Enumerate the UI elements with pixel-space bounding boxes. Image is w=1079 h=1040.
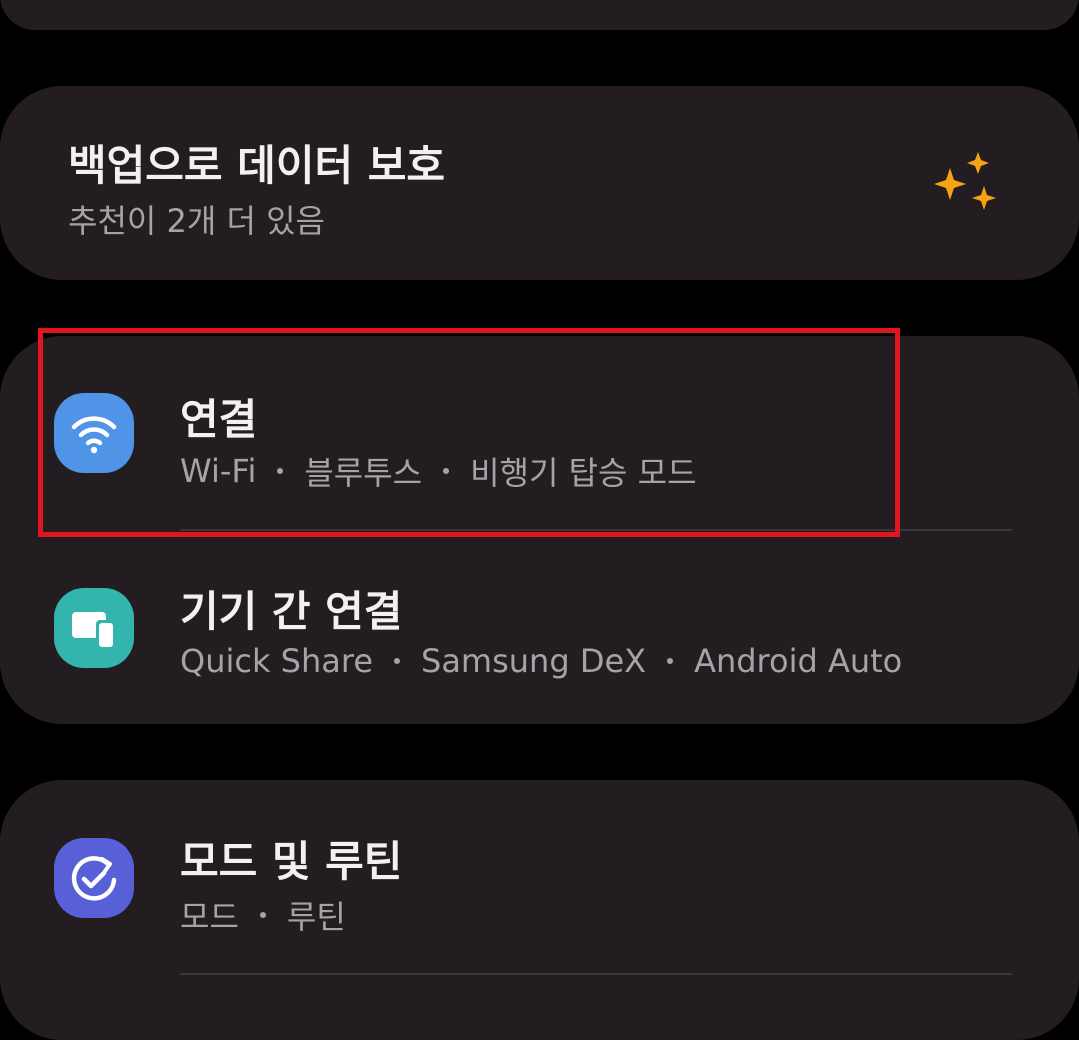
subtitle-part: 모드: [180, 898, 239, 936]
subtitle-part: 블루투스: [304, 454, 423, 492]
settings-card-previous[interactable]: [0, 0, 1079, 30]
wifi-icon: [54, 393, 134, 473]
backup-title: 백업으로 데이터 보호: [68, 141, 446, 190]
backup-subtitle: 추천이 2개 더 있음: [68, 202, 325, 240]
divider: [180, 973, 1012, 975]
devices-icon: [54, 588, 134, 668]
settings-item-subtitle: Quick Share Samsung DeX Android Auto: [180, 642, 902, 680]
settings-item-title: 연결: [180, 395, 258, 444]
check-circle-icon: [54, 838, 134, 918]
subtitle-part: 루틴: [286, 898, 346, 936]
separator-dot: [259, 912, 266, 918]
settings-item-connections[interactable]: 연결 Wi-Fi 블루투스 비행기 탑승 모드: [0, 336, 1079, 532]
separator-dot: [277, 468, 284, 474]
settings-item-modes-routines[interactable]: 모드 및 루틴 모드 루틴: [0, 780, 1079, 976]
subtitle-part: Samsung DeX: [421, 642, 647, 680]
subtitle-part: Quick Share: [180, 642, 373, 680]
settings-item-title: 모드 및 루틴: [180, 837, 403, 886]
settings-item-subtitle: 모드 루틴: [180, 892, 346, 938]
separator-dot: [667, 658, 674, 664]
sparkle-icon: [934, 152, 996, 210]
divider: [180, 529, 1012, 531]
subtitle-part: Wi-Fi: [180, 452, 257, 490]
separator-dot: [394, 658, 400, 664]
subtitle-part: 비행기 탑승 모드: [470, 454, 697, 492]
separator-dot: [443, 468, 450, 474]
settings-item-subtitle: Wi-Fi 블루투스 비행기 탑승 모드: [180, 448, 697, 494]
settings-item-title: 기기 간 연결: [180, 587, 403, 636]
settings-item-connected-devices[interactable]: 기기 간 연결 Quick Share Samsung DeX Android …: [0, 534, 1079, 724]
subtitle-part: Android Auto: [694, 642, 903, 680]
